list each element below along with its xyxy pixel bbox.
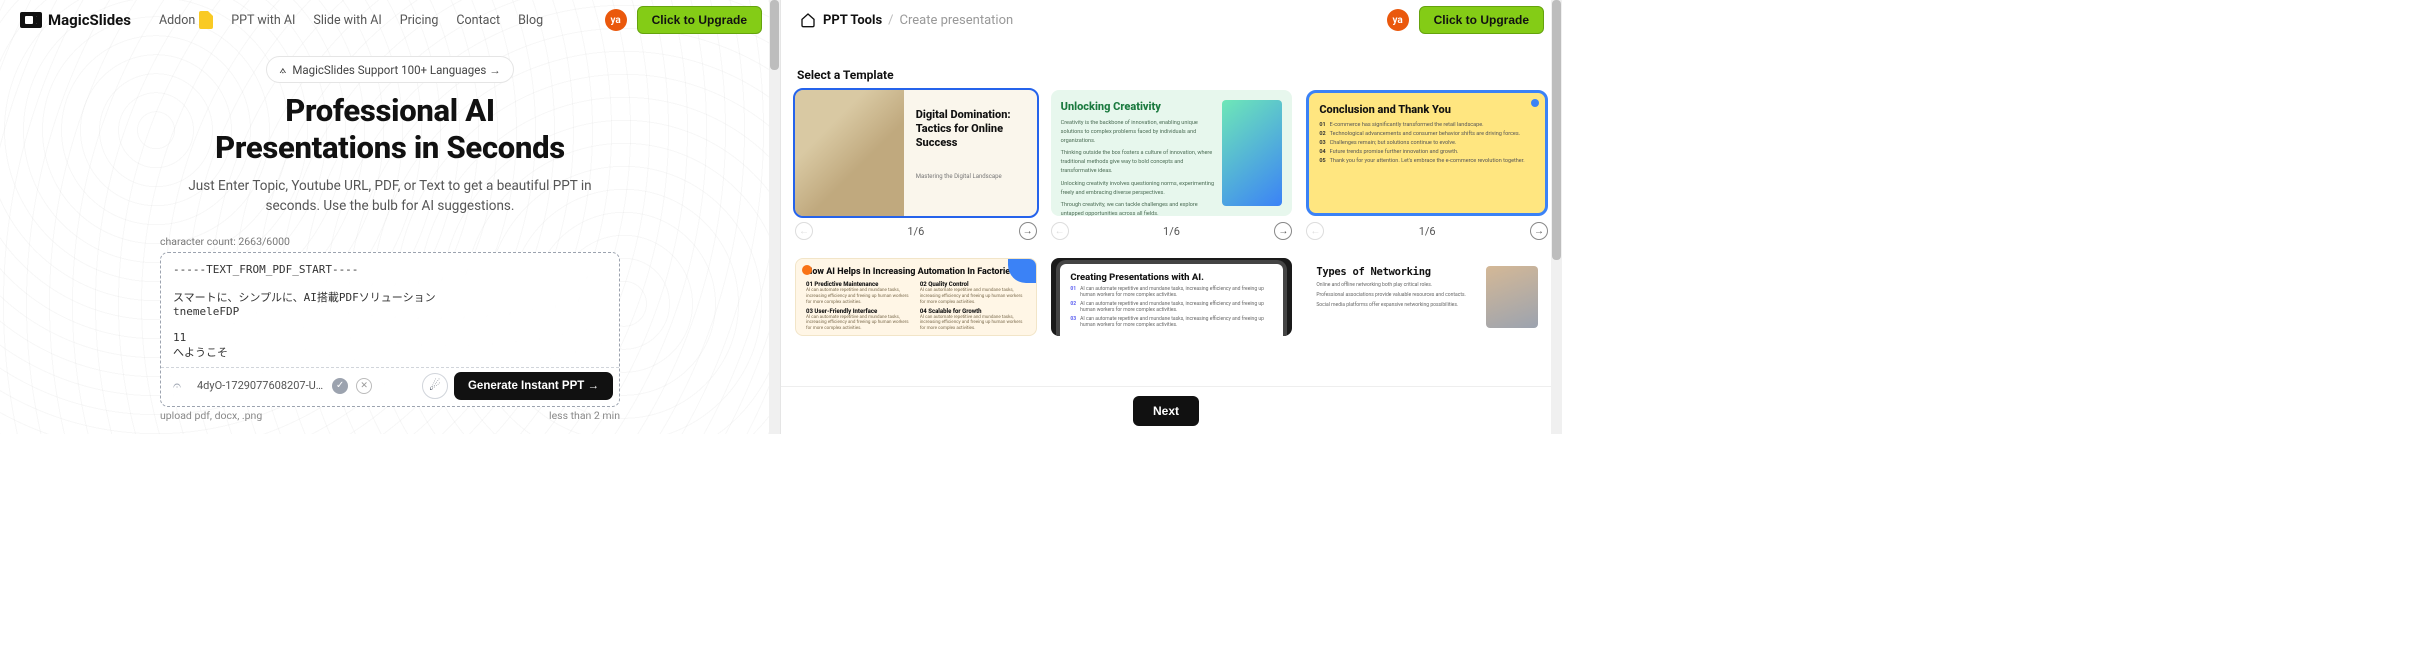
nav-ppt-with-ai[interactable]: PPT with AI — [231, 13, 295, 28]
nav-addon-label: Addon — [159, 13, 195, 28]
brand-name: MagicSlides — [48, 11, 131, 29]
pager-label: 1/6 — [1163, 225, 1180, 238]
template-2-image — [1222, 100, 1282, 206]
language-badge[interactable]: ⟑ MagicSlides Support 100+ Languages → — [266, 56, 513, 83]
template-2-pager: ← 1/6 → — [1051, 222, 1293, 240]
hero-title: Professional AI Presentations in Seconds — [60, 93, 720, 166]
right-footer: Next — [781, 386, 1551, 434]
google-slides-icon — [199, 11, 213, 29]
template-card-5[interactable]: Creating Presentations with AI. 01AI can… — [1051, 258, 1293, 336]
generate-ppt-button[interactable]: Generate Instant PPT → — [454, 372, 613, 400]
breadcrumb: PPT Tools / Create presentation — [799, 11, 1013, 29]
brand-logo[interactable]: MagicSlides — [20, 11, 131, 29]
template-6-image — [1486, 266, 1538, 328]
right-scrollbar[interactable] — [1551, 0, 1562, 434]
template-card-3[interactable]: Conclusion and Thank You 01E-commerce ha… — [1306, 90, 1548, 216]
translate-icon: ⟑ — [279, 62, 286, 77]
crumb-root[interactable]: PPT Tools — [823, 13, 882, 28]
language-badge-label: MagicSlides Support 100+ Languages → — [292, 63, 500, 77]
character-counter: character count: 2663/6000 — [160, 235, 620, 248]
ai-suggestion-bulb-button[interactable]: ☄ — [422, 373, 448, 399]
pager-label: 1/6 — [907, 225, 924, 238]
right-header: PPT Tools / Create presentation ya Click… — [781, 0, 1562, 40]
file-ok-icon: ✓ — [332, 378, 348, 394]
pager-prev-icon[interactable]: ← — [1051, 222, 1069, 240]
left-scrollbar-thumb[interactable] — [770, 0, 779, 70]
nav-pricing[interactable]: Pricing — [400, 13, 439, 28]
left-header: MagicSlides Addon PPT with AI Slide with… — [0, 0, 780, 40]
template-3-pager: ← 1/6 → — [1306, 222, 1548, 240]
next-button[interactable]: Next — [1133, 396, 1199, 426]
crumb-sep: / — [888, 13, 893, 28]
avatar[interactable]: ya — [605, 9, 627, 31]
pager-next-icon[interactable]: → — [1019, 222, 1037, 240]
file-remove-icon[interactable]: ✕ — [356, 378, 372, 394]
template-grid: Digital Domination: Tactics for Online S… — [795, 90, 1548, 336]
time-hint: less than 2 min — [549, 409, 620, 422]
nav-blog[interactable]: Blog — [518, 13, 543, 28]
template-6-title: Types of Networking — [1316, 266, 1486, 278]
nav-contact[interactable]: Contact — [456, 13, 500, 28]
template-1-title: Digital Domination: Tactics for Online S… — [916, 108, 1025, 149]
nav-addon[interactable]: Addon — [159, 11, 213, 29]
section-title: Select a Template — [797, 68, 1548, 82]
template-4-title: How AI Helps In Increasing Automation In… — [806, 267, 1026, 277]
crumb-leaf: Create presentation — [900, 13, 1014, 28]
primary-nav: Addon PPT with AI Slide with AI Pricing … — [159, 11, 543, 29]
pager-next-icon[interactable]: → — [1274, 222, 1292, 240]
template-card-4[interactable]: How AI Helps In Increasing Automation In… — [795, 258, 1037, 336]
bulb-icon: ☄ — [429, 378, 441, 394]
left-scrollbar[interactable] — [769, 0, 780, 434]
prompt-textarea[interactable] — [161, 253, 619, 363]
pager-prev-icon[interactable]: ← — [1306, 222, 1324, 240]
right-scrollbar-thumb[interactable] — [1552, 0, 1561, 260]
attachment-icon[interactable]: 𝄐 — [167, 378, 187, 394]
template-5-title: Creating Presentations with AI. — [1070, 272, 1272, 283]
accent-corner-icon — [1008, 259, 1036, 283]
upload-hint: upload pdf, docx, .png — [160, 409, 262, 422]
template-card-1[interactable]: Digital Domination: Tactics for Online S… — [795, 90, 1037, 216]
pager-next-icon[interactable]: → — [1530, 222, 1548, 240]
pager-label: 1/6 — [1419, 225, 1436, 238]
pager-prev-icon[interactable]: ← — [795, 222, 813, 240]
accent-dot-icon — [802, 265, 812, 275]
template-card-2[interactable]: Unlocking Creativity Creativity is the b… — [1051, 90, 1293, 216]
template-1-image — [795, 90, 904, 216]
upgrade-button[interactable]: Click to Upgrade — [1419, 6, 1544, 34]
template-1-subtitle: Mastering the Digital Landscape — [916, 173, 1025, 180]
template-1-pager: ← 1/6 → — [795, 222, 1037, 240]
upgrade-button[interactable]: Click to Upgrade — [637, 6, 762, 34]
attached-file-chip[interactable]: 4dyO-1729077608207-U… — [193, 377, 327, 394]
template-3-title: Conclusion and Thank You — [1319, 103, 1535, 116]
selection-dot-icon — [1531, 99, 1539, 107]
template-2-title: Unlocking Creativity — [1061, 100, 1215, 113]
hero-subtitle: Just Enter Topic, Youtube URL, PDF, or T… — [170, 176, 610, 217]
home-icon[interactable] — [799, 11, 817, 29]
avatar[interactable]: ya — [1387, 9, 1409, 31]
nav-slide-with-ai[interactable]: Slide with AI — [313, 13, 381, 28]
logo-mark-icon — [20, 12, 42, 28]
prompt-input-wrap: 𝄐 4dyO-1729077608207-U… ✓ ✕ ☄ Generate I… — [160, 252, 620, 407]
template-card-6[interactable]: Types of Networking Online and offline n… — [1306, 258, 1548, 336]
